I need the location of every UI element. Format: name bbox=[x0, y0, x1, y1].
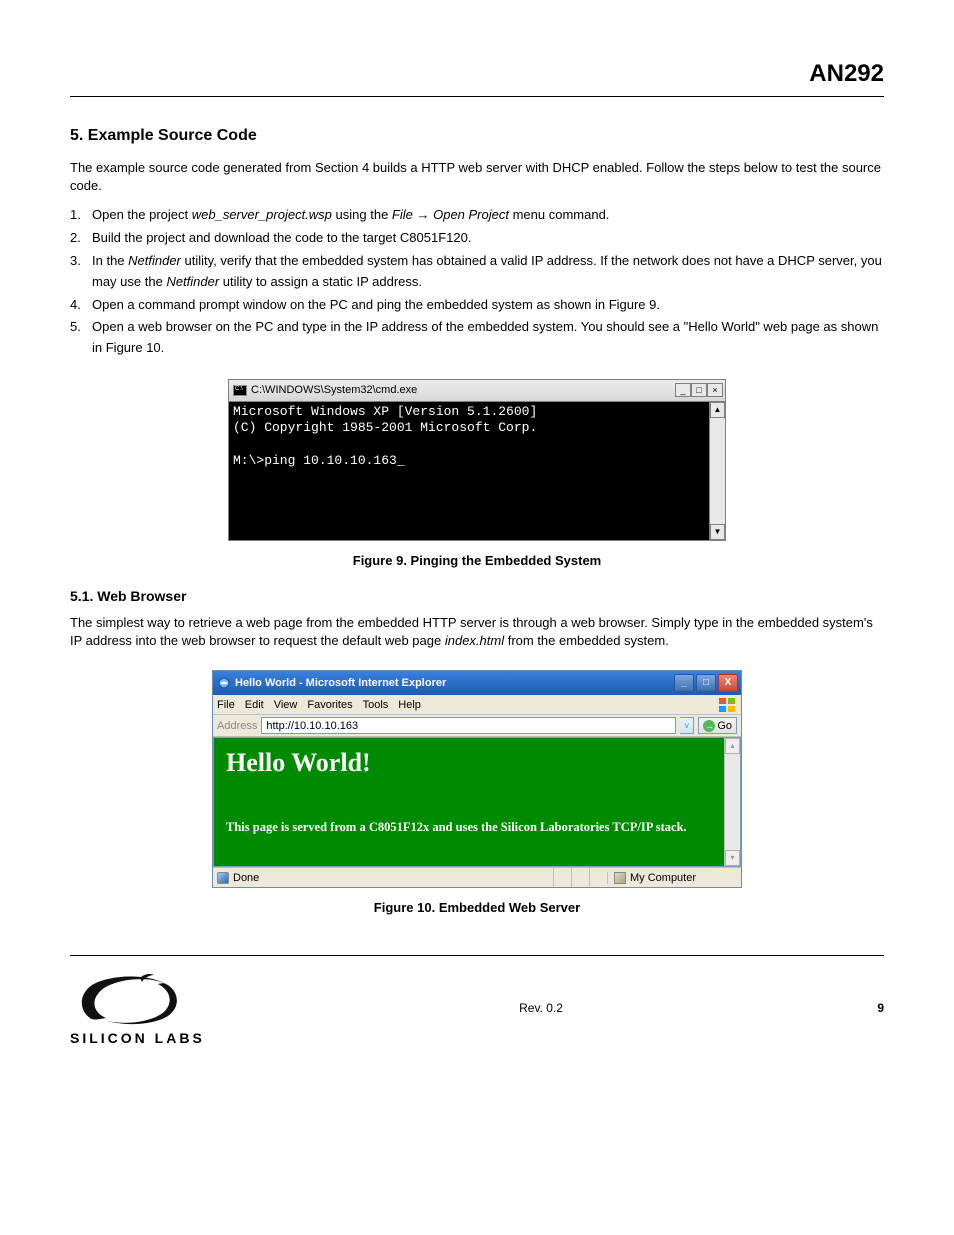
cmd-window: C:\WINDOWS\System32\cmd.exe _ □ × Micros… bbox=[228, 379, 726, 541]
status-page-icon bbox=[217, 872, 229, 884]
menu-file[interactable]: File bbox=[217, 699, 235, 711]
ie-statusbar: Done My Computer bbox=[213, 867, 741, 887]
zone-icon bbox=[614, 872, 626, 884]
scroll-up-icon[interactable]: ▲ bbox=[710, 402, 725, 418]
ie-menubar: File Edit View Favorites Tools Help bbox=[213, 695, 741, 715]
address-input[interactable]: http://10.10.10.163 bbox=[261, 717, 676, 734]
scroll-down-icon[interactable]: ▼ bbox=[710, 524, 725, 540]
header-rule bbox=[70, 96, 884, 97]
go-button[interactable]: → Go bbox=[698, 717, 737, 734]
cmd-title: C:\WINDOWS\System32\cmd.exe bbox=[251, 384, 675, 396]
silabs-logo-text: SILICON LABS bbox=[70, 1030, 205, 1046]
ie-viewport: Hello World! This page is served from a … bbox=[214, 738, 724, 866]
page-heading: Hello World! bbox=[226, 748, 712, 778]
step-2: 2. Build the project and download the co… bbox=[70, 228, 884, 249]
menu-help[interactable]: Help bbox=[398, 699, 421, 711]
step-3: 3. In the Netfinder utility, verify that… bbox=[70, 251, 884, 293]
silabs-mark-icon bbox=[70, 970, 200, 1030]
figure-9-caption: Figure 9. Pinging the Embedded System bbox=[70, 553, 884, 568]
steps-list: 1. Open the project web_server_project.w… bbox=[70, 205, 884, 359]
ie-title: Hello World - Microsoft Internet Explore… bbox=[235, 677, 674, 689]
cmd-body[interactable]: Microsoft Windows XP [Version 5.1.2600] … bbox=[229, 402, 709, 540]
step-4: 4. Open a command prompt window on the P… bbox=[70, 295, 884, 316]
page-subtext: This page is served from a C8051F12x and… bbox=[226, 820, 712, 835]
address-label: Address bbox=[217, 720, 257, 732]
menu-view[interactable]: View bbox=[274, 699, 298, 711]
ie-scroll-up-icon[interactable]: ▴ bbox=[725, 738, 740, 754]
menu-edit[interactable]: Edit bbox=[245, 699, 264, 711]
menu-favorites[interactable]: Favorites bbox=[307, 699, 352, 711]
doc-code: AN292 bbox=[70, 60, 884, 88]
minimize-button[interactable]: _ bbox=[675, 383, 691, 397]
step-5: 5. Open a web browser on the PC and type… bbox=[70, 317, 884, 359]
footer-page-number: 9 bbox=[877, 1001, 884, 1015]
page-footer: SILICON LABS Rev. 0.2 9 bbox=[70, 955, 884, 1046]
ie-minimize-button[interactable]: _ bbox=[674, 674, 694, 692]
ie-icon bbox=[217, 676, 231, 690]
subsection-title: 5.1. Web Browser bbox=[70, 588, 884, 604]
cmd-titlebar: C:\WINDOWS\System32\cmd.exe _ □ × bbox=[229, 380, 725, 402]
web-paragraph: The simplest way to retrieve a web page … bbox=[70, 614, 884, 650]
cmd-icon bbox=[233, 385, 247, 396]
section-title: 5. Example Source Code bbox=[70, 127, 884, 145]
ie-window: Hello World - Microsoft Internet Explore… bbox=[212, 670, 742, 888]
address-dropdown[interactable]: v bbox=[680, 717, 694, 734]
maximize-button[interactable]: □ bbox=[691, 383, 707, 397]
silicon-labs-logo: SILICON LABS bbox=[70, 970, 205, 1046]
ie-scroll-down-icon[interactable]: ▾ bbox=[725, 850, 740, 866]
step-1: 1. Open the project web_server_project.w… bbox=[70, 205, 884, 226]
ie-titlebar: Hello World - Microsoft Internet Explore… bbox=[213, 671, 741, 695]
intro-paragraph: The example source code generated from S… bbox=[70, 159, 884, 195]
menu-tools[interactable]: Tools bbox=[363, 699, 389, 711]
footer-rev: Rev. 0.2 bbox=[519, 1001, 563, 1015]
ie-scrollbar[interactable]: ▴ ▾ bbox=[724, 738, 740, 866]
figure-10-caption: Figure 10. Embedded Web Server bbox=[70, 900, 884, 915]
windows-flag-icon bbox=[719, 698, 737, 712]
status-zone: My Computer bbox=[607, 872, 737, 884]
cmd-scrollbar[interactable]: ▲ ▼ bbox=[709, 402, 725, 540]
ie-close-button[interactable]: X bbox=[718, 674, 738, 692]
status-done: Done bbox=[233, 872, 553, 884]
ie-maximize-button[interactable]: □ bbox=[696, 674, 716, 692]
ie-address-bar: Address http://10.10.10.163 v → Go bbox=[213, 715, 741, 737]
go-arrow-icon: → bbox=[703, 720, 715, 732]
close-button[interactable]: × bbox=[707, 383, 723, 397]
